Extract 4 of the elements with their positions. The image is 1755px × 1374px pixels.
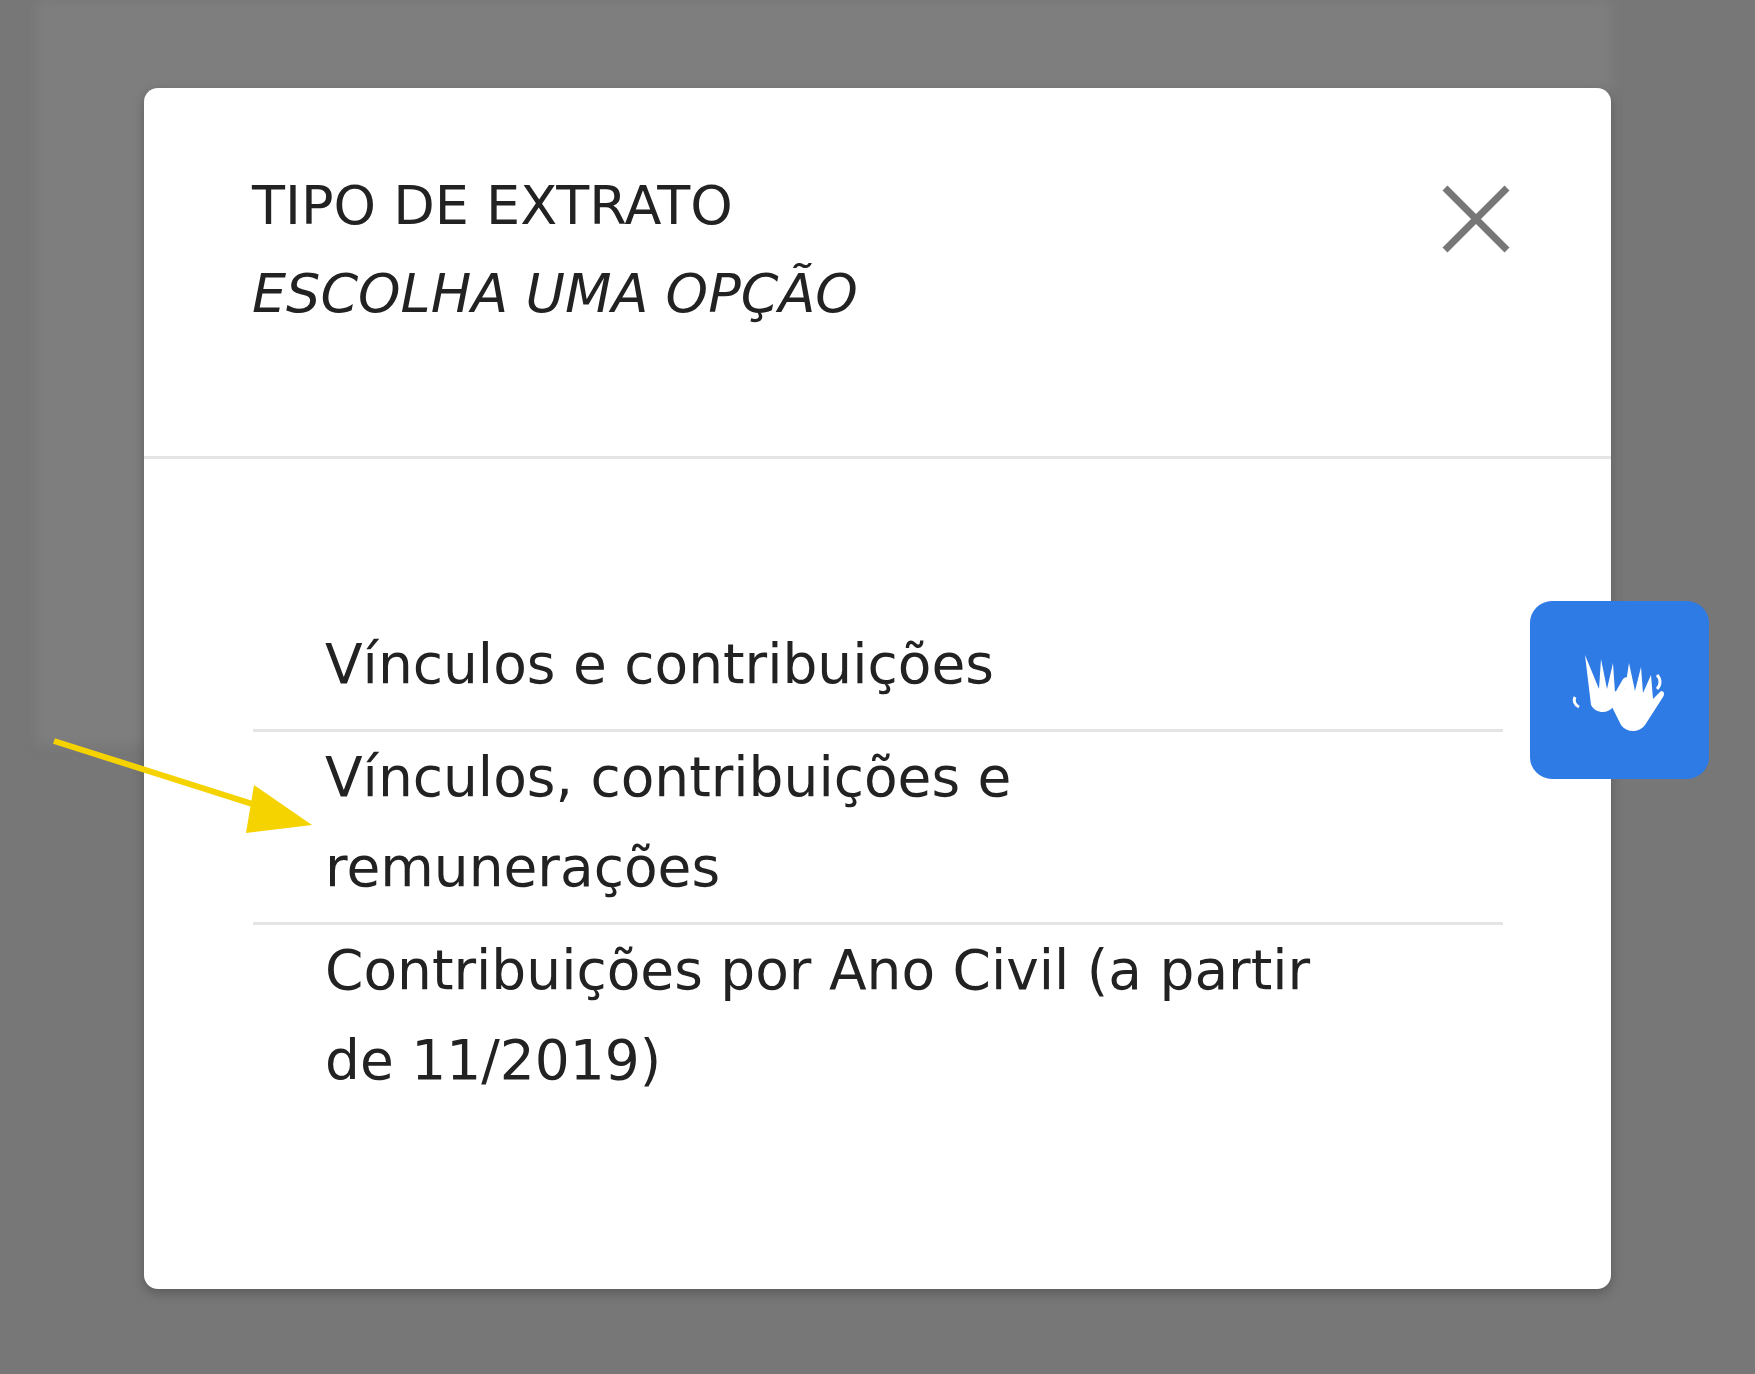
option-item[interactable]: Vínculos e contribuições	[253, 619, 1503, 729]
option-item[interactable]: Contribuições por Ano Civil (a partir de 11/2019)	[253, 922, 1503, 1115]
dialog-subtitle: ESCOLHA UMA OPÇÃO	[252, 264, 858, 324]
dialog-title: TIPO DE EXTRATO	[252, 176, 734, 236]
